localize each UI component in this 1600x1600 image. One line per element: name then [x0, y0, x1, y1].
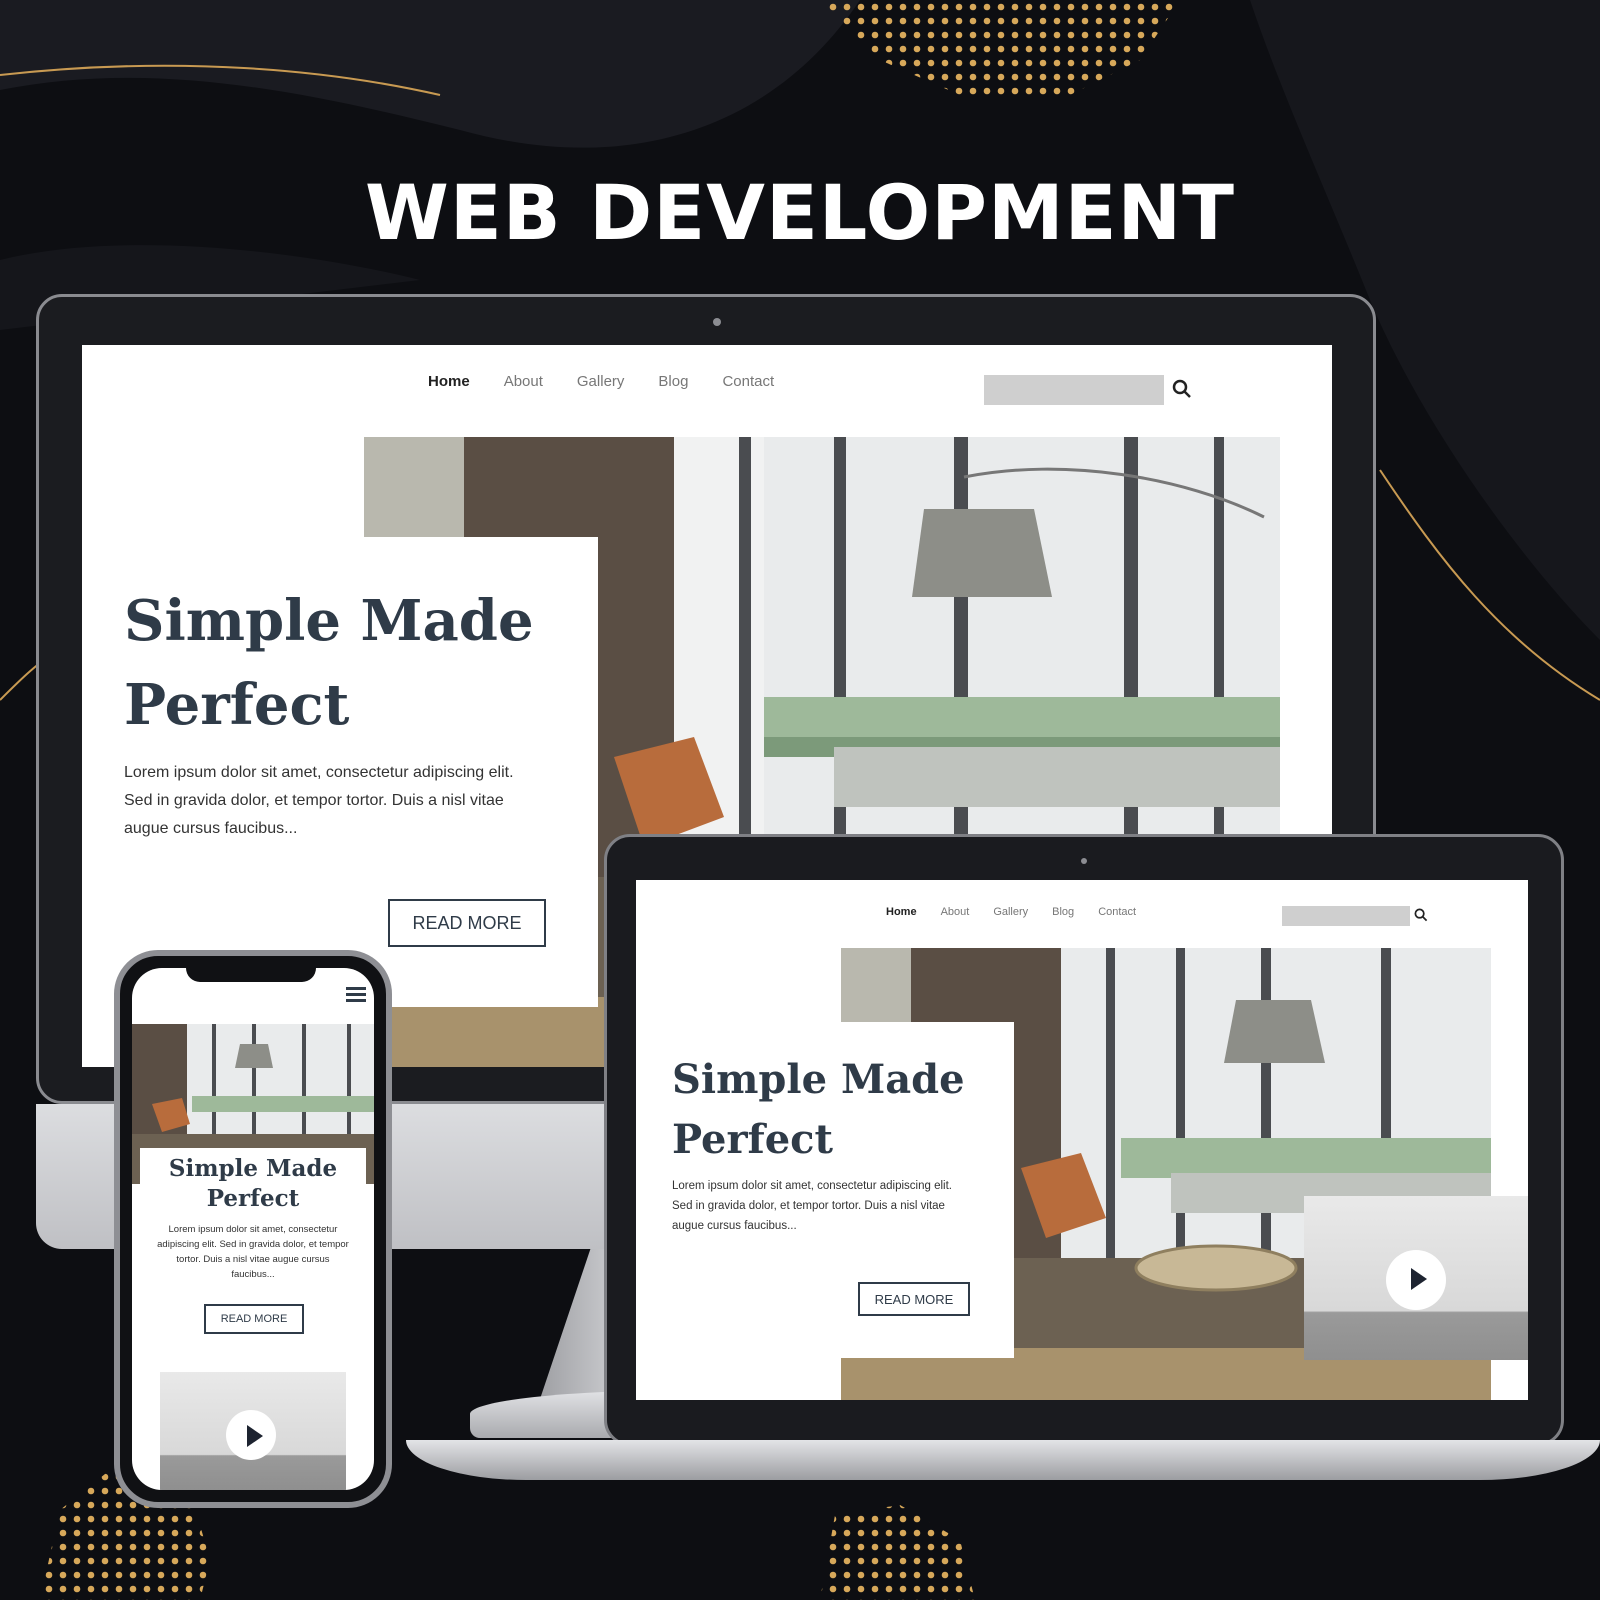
page-title: WEB DEVELOPMENT	[365, 168, 1235, 257]
nav-blog[interactable]: Blog	[658, 373, 688, 390]
laptop-hero-text: Lorem ipsum dolor sit amet, consectetur …	[672, 1180, 952, 1232]
laptop-hero-title-line1: Simple Made	[672, 1056, 965, 1103]
laptop-camera	[1081, 858, 1087, 864]
laptop-hero-card: Simple Made Perfect Lorem ipsum dolor si…	[636, 1022, 1014, 1358]
mobile-video-thumbnail[interactable]	[160, 1372, 346, 1490]
search-icon[interactable]	[1414, 908, 1428, 922]
nav-gallery[interactable]: Gallery	[577, 373, 625, 390]
mobile-hero-card: Simple Made Perfect Lorem ipsum dolor si…	[140, 1148, 366, 1348]
monitor-camera	[713, 318, 721, 326]
hero-card: Simple Made Perfect Lorem ipsum dolor si…	[82, 537, 598, 1007]
laptop-nav: Home About Gallery Blog Contact	[886, 906, 1136, 918]
play-icon[interactable]	[226, 1410, 276, 1460]
mobile-hero-title-line2: Perfect	[206, 1185, 300, 1212]
laptop-website: Home About Gallery Blog Contact Simple M…	[636, 880, 1528, 1400]
read-more-button[interactable]: READ MORE	[388, 899, 546, 947]
mobile-hero-title-line1: Simple Made	[168, 1155, 338, 1182]
nav-home[interactable]: Home	[428, 373, 470, 390]
phone-notch	[186, 960, 316, 982]
laptop-nav-home[interactable]: Home	[886, 906, 917, 918]
mobile-read-more-button[interactable]: READ MORE	[204, 1304, 304, 1334]
laptop-nav-contact[interactable]: Contact	[1098, 906, 1136, 918]
mobile-website: Simple Made Perfect Lorem ipsum dolor si…	[132, 968, 374, 1490]
mobile-hero-text: Lorem ipsum dolor sit amet, consectetur …	[157, 1224, 349, 1280]
laptop-nav-about[interactable]: About	[941, 906, 970, 918]
hamburger-menu-icon[interactable]	[346, 986, 366, 1002]
search-input[interactable]	[984, 375, 1164, 405]
hero-title-line1: Simple Made	[124, 588, 534, 654]
hero-title-line2: Perfect	[124, 672, 350, 738]
desktop-nav: Home About Gallery Blog Contact	[428, 373, 774, 390]
laptop-search-input[interactable]	[1282, 906, 1410, 926]
laptop-hero-title-line2: Perfect	[672, 1116, 834, 1163]
laptop-video-thumbnail[interactable]	[1304, 1196, 1528, 1360]
search-icon[interactable]	[1172, 379, 1192, 399]
laptop-base	[406, 1440, 1600, 1480]
laptop-nav-blog[interactable]: Blog	[1052, 906, 1074, 918]
laptop-nav-gallery[interactable]: Gallery	[993, 906, 1028, 918]
hero-text: Lorem ipsum dolor sit amet, consectetur …	[124, 764, 514, 837]
nav-contact[interactable]: Contact	[722, 373, 774, 390]
play-icon[interactable]	[1386, 1250, 1446, 1310]
laptop-read-more-button[interactable]: READ MORE	[858, 1282, 970, 1316]
nav-about[interactable]: About	[504, 373, 543, 390]
